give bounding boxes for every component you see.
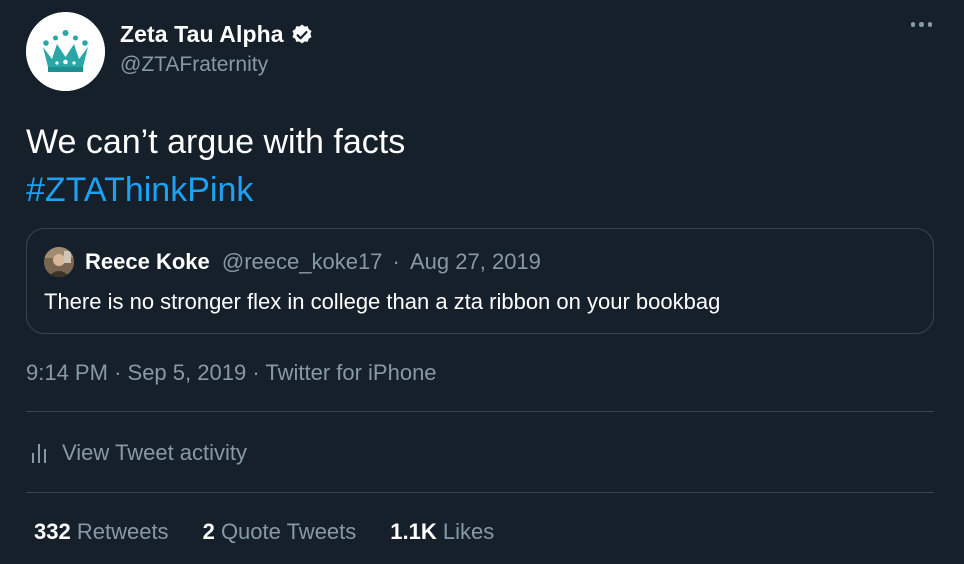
- meta-separator: ·: [114, 360, 122, 385]
- retweets-label: Retweets: [76, 519, 169, 544]
- more-dot-icon: [910, 22, 915, 27]
- meta-separator: ·: [252, 360, 260, 385]
- engagement-stats: 332 Retweets 2 Quote Tweets 1.1K Likes: [34, 519, 494, 545]
- quoted-author-handle: @reece_koke17: [221, 249, 383, 274]
- author-name[interactable]: Zeta Tau Alpha: [120, 21, 284, 48]
- author-handle[interactable]: @ZTAFraternity: [120, 53, 268, 77]
- quoted-date: Aug 27, 2019: [410, 249, 541, 274]
- likes-label: Likes: [442, 519, 495, 544]
- more-options-button[interactable]: [910, 22, 932, 27]
- quote-tweets-label: Quote Tweets: [220, 519, 357, 544]
- likes-count: 1.1K: [390, 519, 437, 544]
- tweet-source-link[interactable]: Twitter for iPhone: [265, 360, 436, 385]
- crown-icon: [26, 12, 105, 91]
- quote-tweets-count: 2: [202, 519, 215, 544]
- author-name-row[interactable]: Zeta Tau Alpha: [120, 21, 314, 48]
- quoted-tweet[interactable]: Reece Koke @reece_koke17 · Aug 27, 2019 …: [26, 228, 934, 334]
- tweet-time[interactable]: 9:14 PM: [26, 360, 108, 385]
- tweet-date[interactable]: Sep 5, 2019: [128, 360, 247, 385]
- divider: [26, 492, 934, 493]
- verified-badge-icon: [292, 24, 312, 43]
- more-dot-icon: [927, 22, 932, 27]
- quoted-header: Reece Koke @reece_koke17 · Aug 27, 2019: [85, 249, 541, 275]
- quoted-author-name: Reece Koke: [85, 249, 210, 274]
- activity-label: View Tweet activity: [62, 440, 248, 465]
- tweet-meta: 9:14 PM · Sep 5, 2019 · Twitter for iPho…: [26, 360, 437, 386]
- quoted-text: There is no stronger flex in college tha…: [44, 289, 721, 314]
- author-avatar[interactable]: [26, 12, 105, 91]
- quoted-author-avatar[interactable]: [44, 247, 74, 277]
- hashtag-link[interactable]: #ZTAThinkPink: [26, 166, 405, 214]
- tweet-text-line: We can’t argue with facts: [26, 123, 406, 161]
- quoted-separator: ·: [392, 249, 400, 274]
- view-tweet-activity-link[interactable]: View Tweet activity: [30, 440, 247, 466]
- person-photo-icon: [44, 247, 74, 277]
- divider: [26, 411, 934, 412]
- quote-tweets-stat[interactable]: 2 Quote Tweets: [203, 519, 357, 545]
- retweets-count: 332: [34, 519, 71, 544]
- retweets-stat[interactable]: 332 Retweets: [34, 519, 169, 545]
- likes-stat[interactable]: 1.1K Likes: [390, 519, 494, 545]
- tweet-text: We can’t argue with facts #ZTAThinkPink: [26, 118, 405, 214]
- tweet-card: Zeta Tau Alpha @ZTAFraternity We can’t a…: [0, 0, 964, 564]
- more-dot-icon: [919, 22, 924, 27]
- analytics-bars-icon: [32, 444, 46, 463]
